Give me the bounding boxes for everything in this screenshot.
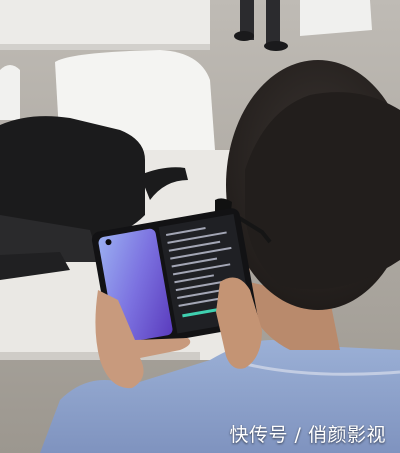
white-chair-far (0, 65, 20, 120)
white-chair-back-right (300, 0, 372, 36)
back-table (0, 0, 210, 48)
watermark-text: 快传号 / 俏颜影视 (229, 424, 386, 446)
photo-scene (0, 0, 400, 453)
